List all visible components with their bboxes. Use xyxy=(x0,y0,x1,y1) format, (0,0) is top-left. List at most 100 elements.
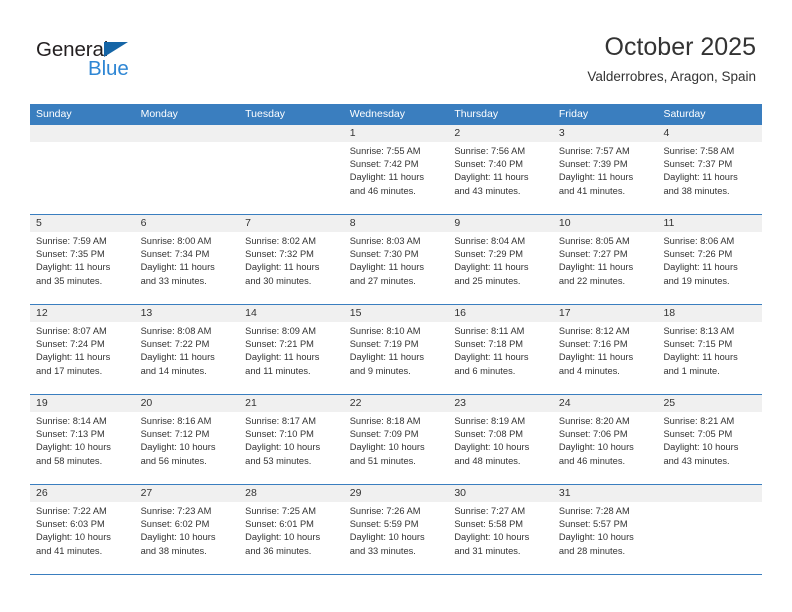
calendar-day-cell[interactable]: 17 Sunrise: 8:12 AM Sunset: 7:16 PM Dayligh… xyxy=(552,305,658,394)
weekday-sunday: Sunday xyxy=(36,108,72,120)
calendar-day-cell[interactable]: 29 Sunrise: 7:26 AM Sunset: 5:59 PM Dayligh… xyxy=(343,485,449,574)
daylight-duration-line2: and 36 minutes. xyxy=(245,545,312,556)
calendar-day-cell[interactable]: 1 Sunrise: 7:55 AM Sunset: 7:42 PM Daylight… xyxy=(343,125,449,214)
day-number-band xyxy=(657,485,763,502)
sunset-time: Sunset: 7:21 PM xyxy=(245,339,314,350)
calendar-day-cell[interactable]: 20 Sunrise: 8:16 AM Sunset: 7:12 PM Dayligh… xyxy=(134,395,240,484)
day-number: 13 xyxy=(140,307,153,319)
calendar-day-empty xyxy=(134,125,240,214)
calendar-day-cell[interactable]: 31 Sunrise: 7:28 AM Sunset: 5:57 PM Dayligh… xyxy=(552,485,658,574)
day-number-band: 14 xyxy=(239,305,344,322)
calendar-day-cell[interactable]: 28 Sunrise: 7:25 AM Sunset: 6:01 PM Dayligh… xyxy=(239,485,344,574)
day-number-band: 8 xyxy=(343,215,449,232)
daylight-duration-line1: Daylight: 11 hours xyxy=(663,262,738,273)
sunset-time: Sunset: 5:57 PM xyxy=(558,519,628,530)
calendar-day-cell[interactable]: 14 Sunrise: 8:09 AM Sunset: 7:21 PM Dayligh… xyxy=(239,305,344,394)
day-sun-info: Sunrise: 8:20 AM Sunset: 7:06 PM Daylight:… xyxy=(553,412,658,468)
calendar-day-cell[interactable]: 22 Sunrise: 8:18 AM Sunset: 7:09 PM Dayligh… xyxy=(343,395,449,484)
daylight-duration-line1: Daylight: 10 hours xyxy=(36,442,111,453)
day-number: 8 xyxy=(349,217,356,229)
daylight-duration-line1: Daylight: 10 hours xyxy=(663,442,739,453)
calendar-day-cell[interactable]: 26 Sunrise: 7:22 AM Sunset: 6:03 PM Dayligh… xyxy=(30,485,135,574)
calendar-day-cell[interactable]: 4 Sunrise: 7:58 AM Sunset: 7:37 PM Daylight… xyxy=(657,125,763,214)
day-number: 28 xyxy=(245,487,257,499)
calendar-day-cell[interactable]: 2 Sunrise: 7:56 AM Sunset: 7:40 PM Daylight… xyxy=(448,125,553,214)
day-number-band: 9 xyxy=(448,215,553,232)
day-number-band: 28 xyxy=(239,485,344,502)
calendar-day-cell[interactable]: 6 Sunrise: 8:00 AM Sunset: 7:34 PM Daylight… xyxy=(134,215,240,304)
day-sun-info: Sunrise: 8:19 AM Sunset: 7:08 PM Daylight:… xyxy=(448,412,553,468)
daylight-duration-line1: Daylight: 11 hours xyxy=(454,172,529,183)
sunset-time: Sunset: 7:05 PM xyxy=(663,429,733,440)
sunset-time: Sunset: 7:34 PM xyxy=(140,249,210,260)
title-block: October 2025 Valderrobres, Aragon, Spain xyxy=(587,32,756,86)
sunset-time: Sunset: 7:39 PM xyxy=(558,159,628,170)
sunrise-time: Sunrise: 8:08 AM xyxy=(140,326,212,336)
day-number-band: 23 xyxy=(448,395,553,412)
day-sun-info: Sunrise: 8:04 AM Sunset: 7:29 PM Daylight:… xyxy=(448,232,553,288)
daylight-duration-line1: Daylight: 10 hours xyxy=(36,532,111,543)
calendar-day-cell[interactable]: 25 Sunrise: 8:21 AM Sunset: 7:05 PM Dayligh… xyxy=(657,395,763,484)
day-number-band: 20 xyxy=(134,395,240,412)
daylight-duration-line2: and 27 minutes. xyxy=(349,275,416,286)
calendar-day-cell[interactable]: 24 Sunrise: 8:20 AM Sunset: 7:06 PM Dayligh… xyxy=(552,395,658,484)
day-number: 12 xyxy=(36,307,48,319)
sunset-time: Sunset: 7:19 PM xyxy=(349,339,419,350)
calendar-day-cell[interactable]: 19 Sunrise: 8:14 AM Sunset: 7:13 PM Dayligh… xyxy=(30,395,135,484)
daylight-duration-line2: and 43 minutes. xyxy=(663,455,730,466)
sunrise-time: Sunrise: 7:59 AM xyxy=(36,236,107,246)
sunset-time: Sunset: 7:15 PM xyxy=(663,339,733,350)
calendar-week-row: 26 Sunrise: 7:22 AM Sunset: 6:03 PM Dayligh… xyxy=(30,485,763,575)
calendar-day-cell[interactable]: 9 Sunrise: 8:04 AM Sunset: 7:29 PM Daylight… xyxy=(448,215,553,304)
day-sun-info: Sunrise: 7:58 AM Sunset: 7:37 PM Daylight:… xyxy=(657,142,762,198)
sunrise-time: Sunrise: 8:14 AM xyxy=(36,416,107,426)
calendar-day-cell[interactable]: 15 Sunrise: 8:10 AM Sunset: 7:19 PM Dayligh… xyxy=(343,305,449,394)
sunset-time: Sunset: 7:29 PM xyxy=(454,249,524,260)
sunset-time: Sunset: 5:59 PM xyxy=(349,519,419,530)
sunrise-time: Sunrise: 8:12 AM xyxy=(558,326,630,336)
day-sun-info: Sunrise: 8:21 AM Sunset: 7:05 PM Daylight:… xyxy=(657,412,762,468)
sunset-time: Sunset: 7:13 PM xyxy=(36,429,105,440)
day-number: 9 xyxy=(454,217,461,229)
day-number: 25 xyxy=(663,397,676,409)
day-number: 3 xyxy=(558,127,565,139)
day-number: 30 xyxy=(454,487,466,499)
calendar-day-cell[interactable]: 13 Sunrise: 8:08 AM Sunset: 7:22 PM Dayligh… xyxy=(134,305,240,394)
daylight-duration-line2: and 46 minutes. xyxy=(349,185,416,196)
sunset-time: Sunset: 7:18 PM xyxy=(454,339,524,350)
calendar-day-cell[interactable]: 8 Sunrise: 8:03 AM Sunset: 7:30 PM Daylight… xyxy=(343,215,449,304)
day-sun-info: Sunrise: 8:05 AM Sunset: 7:27 PM Daylight:… xyxy=(553,232,658,288)
calendar-day-cell[interactable]: 23 Sunrise: 8:19 AM Sunset: 7:08 PM Dayligh… xyxy=(448,395,553,484)
daylight-duration-line2: and 56 minutes. xyxy=(140,455,207,466)
day-sun-info: Sunrise: 8:03 AM Sunset: 7:30 PM Daylight:… xyxy=(344,232,449,288)
calendar-day-cell[interactable]: 27 Sunrise: 7:23 AM Sunset: 6:02 PM Dayligh… xyxy=(134,485,240,574)
day-number-band: 21 xyxy=(239,395,344,412)
daylight-duration-line1: Daylight: 11 hours xyxy=(663,172,738,183)
sunrise-time: Sunrise: 7:27 AM xyxy=(454,506,526,516)
day-number-band: 22 xyxy=(343,395,449,412)
day-number-band: 15 xyxy=(343,305,449,322)
weekday-thursday: Thursday xyxy=(454,108,499,120)
calendar-day-cell[interactable]: 5 Sunrise: 7:59 AM Sunset: 7:35 PM Daylight… xyxy=(30,215,135,304)
day-number: 31 xyxy=(558,487,571,499)
daylight-duration-line2: and 33 minutes. xyxy=(140,275,207,286)
sunrise-time: Sunrise: 7:55 AM xyxy=(349,146,421,156)
day-sun-info: Sunrise: 8:14 AM Sunset: 7:13 PM Daylight:… xyxy=(30,412,135,468)
calendar-day-cell[interactable]: 11 Sunrise: 8:06 AM Sunset: 7:26 PM Dayligh… xyxy=(657,215,763,304)
calendar-day-cell[interactable]: 21 Sunrise: 8:17 AM Sunset: 7:10 PM Dayligh… xyxy=(239,395,344,484)
calendar-day-cell[interactable]: 10 Sunrise: 8:05 AM Sunset: 7:27 PM Dayligh… xyxy=(552,215,658,304)
calendar-day-empty xyxy=(30,125,135,214)
calendar-day-cell[interactable]: 30 Sunrise: 7:27 AM Sunset: 5:58 PM Dayligh… xyxy=(448,485,553,574)
weekday-friday: Friday xyxy=(558,108,589,120)
sunrise-time: Sunrise: 8:09 AM xyxy=(245,326,316,336)
day-number: 29 xyxy=(349,487,362,499)
daylight-duration-line1: Daylight: 10 hours xyxy=(349,532,425,543)
calendar-day-cell[interactable]: 12 Sunrise: 8:07 AM Sunset: 7:24 PM Dayligh… xyxy=(30,305,135,394)
calendar-day-cell[interactable]: 3 Sunrise: 7:57 AM Sunset: 7:39 PM Daylight… xyxy=(552,125,658,214)
day-sun-info: Sunrise: 8:02 AM Sunset: 7:32 PM Daylight:… xyxy=(239,232,344,288)
calendar-day-cell[interactable]: 18 Sunrise: 8:13 AM Sunset: 7:15 PM Dayligh… xyxy=(657,305,763,394)
calendar-day-cell[interactable]: 7 Sunrise: 8:02 AM Sunset: 7:32 PM Daylight… xyxy=(239,215,344,304)
day-sun-info: Sunrise: 7:57 AM Sunset: 7:39 PM Daylight:… xyxy=(553,142,658,198)
calendar-day-cell[interactable]: 16 Sunrise: 8:11 AM Sunset: 7:18 PM Dayligh… xyxy=(448,305,553,394)
calendar-day-empty xyxy=(239,125,344,214)
